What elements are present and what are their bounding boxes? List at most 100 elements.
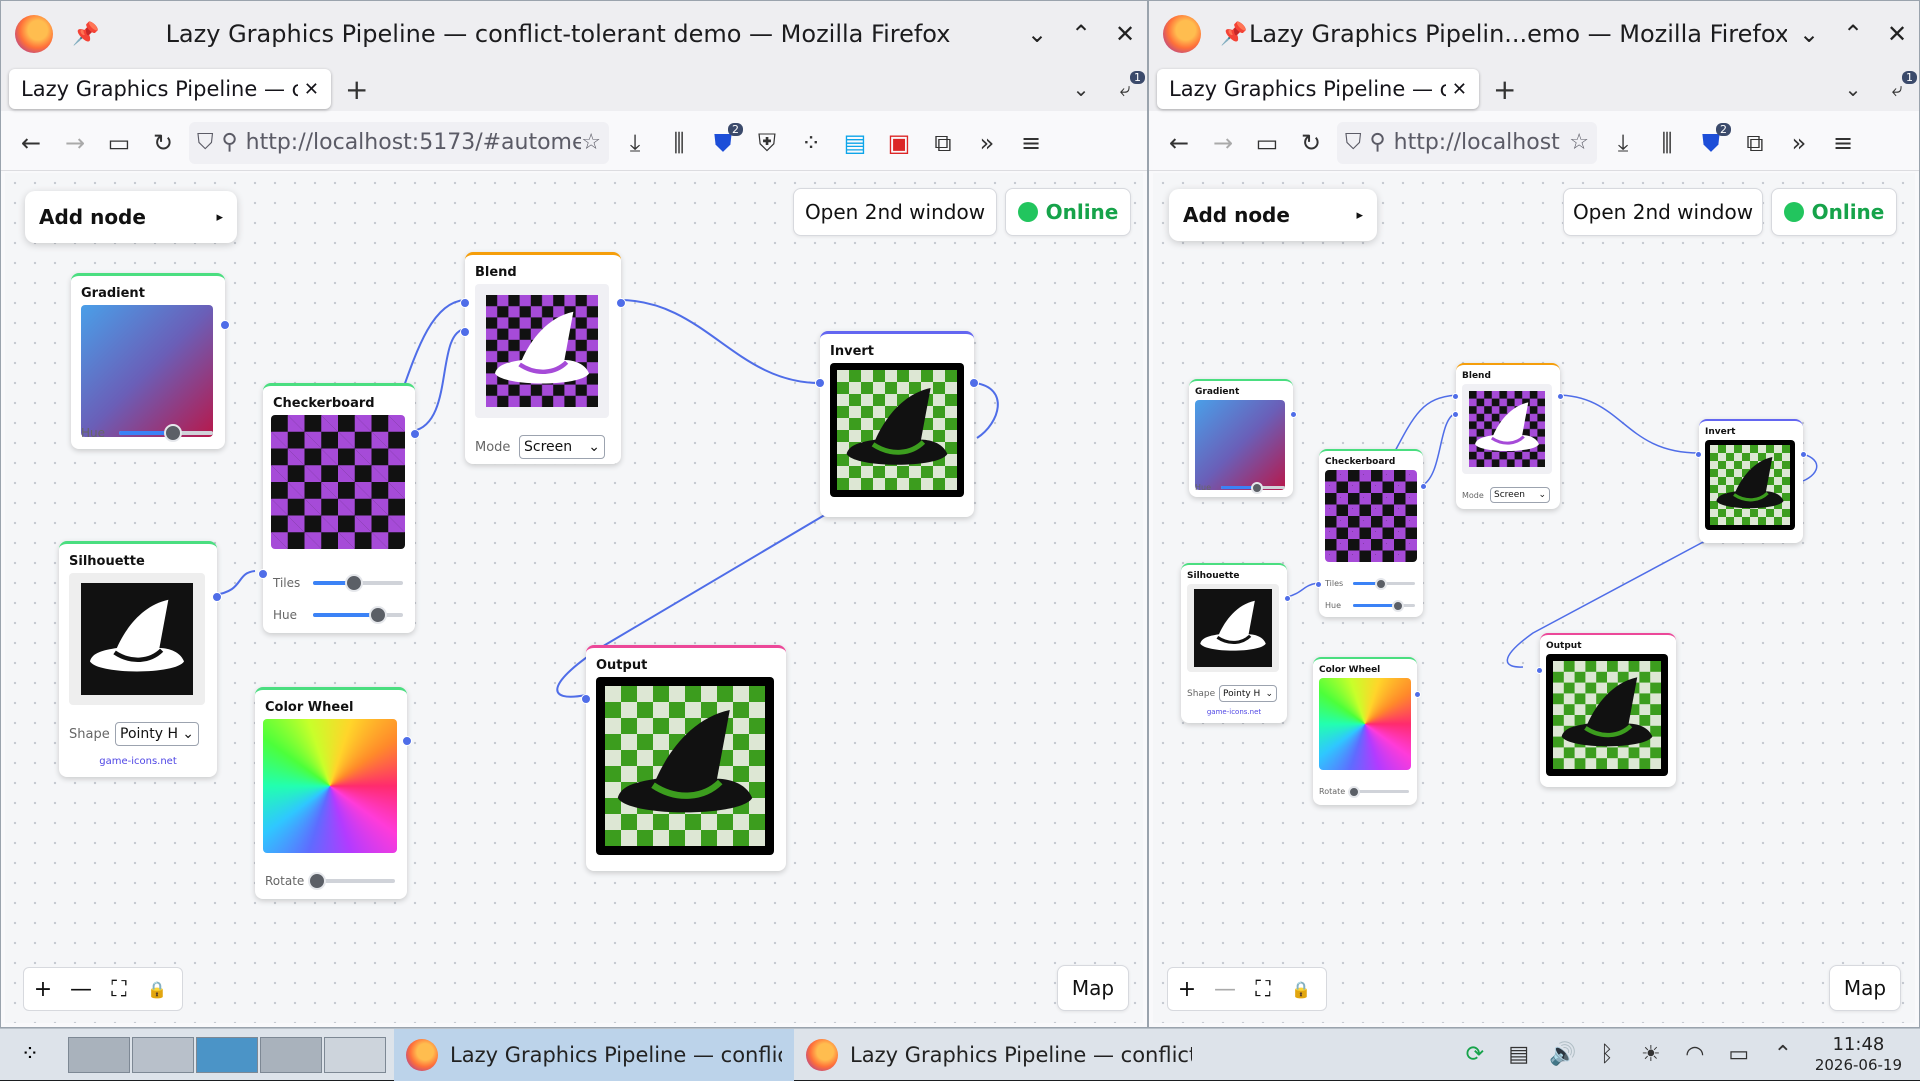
node-checkerboard[interactable]: Checkerboard Tiles Hue [1315, 449, 1427, 617]
node-color-wheel[interactable]: Color Wheel Rotate [255, 687, 412, 899]
maximize-icon[interactable]: ⌃ [1831, 20, 1875, 48]
tiles-slider[interactable] [1353, 577, 1415, 590]
desktop-4[interactable] [260, 1036, 322, 1073]
output-port[interactable] [410, 429, 420, 439]
extensions-puzzle-icon[interactable]: ⧉ [1733, 129, 1777, 157]
menu-icon[interactable]: ≡ [1821, 129, 1865, 157]
output-port[interactable] [1284, 595, 1291, 602]
output-port[interactable] [1800, 451, 1807, 458]
new-tab-icon[interactable]: + [1493, 73, 1516, 106]
output-port[interactable] [1420, 483, 1427, 490]
input-port-b[interactable] [460, 327, 470, 337]
close-icon[interactable]: ✕ [1103, 20, 1147, 48]
library-icon[interactable]: ⫼ [1645, 129, 1689, 157]
extension-red-icon[interactable]: ▣ [877, 129, 921, 157]
node-silhouette[interactable]: Silhouette Shape Pointy H ⌄ game-icons.ne… [1181, 563, 1291, 723]
output-port[interactable] [1414, 691, 1421, 698]
node-blend[interactable]: Blend Mode Screen ⌄ [1452, 363, 1564, 509]
input-port[interactable] [1315, 581, 1322, 588]
credit-link[interactable]: game-icons.net [59, 756, 217, 767]
url-bar[interactable]: ⛉ ⚲ http://localhost ☆ [1337, 121, 1597, 164]
node-invert[interactable]: Invert [1695, 419, 1807, 543]
ublock-icon[interactable]: ⛨ [745, 129, 789, 157]
input-port-a[interactable] [1452, 393, 1459, 400]
app-launcher-icon[interactable]: ⁘ [10, 1042, 50, 1067]
battery-icon[interactable]: ▭ [1717, 1042, 1761, 1067]
output-port[interactable] [220, 320, 230, 330]
node-canvas[interactable]: Add node ▸ Open 2nd window Online Gradie… [1153, 173, 1915, 1023]
input-port[interactable] [815, 378, 825, 388]
back-icon[interactable]: ← [1157, 129, 1201, 157]
input-port[interactable] [1536, 667, 1543, 674]
online-status-button[interactable]: Online [1005, 188, 1131, 236]
mode-select[interactable]: Screen ⌄ [519, 435, 605, 459]
tab-lazy-graphics[interactable]: Lazy Graphics Pipeline — confl ✕ [9, 69, 331, 109]
pin-icon[interactable]: 📌 [71, 22, 101, 47]
input-port-a[interactable] [460, 298, 470, 308]
add-node-menu[interactable]: Add node ▸ [25, 191, 237, 243]
shield-icon[interactable]: ⛉ [1345, 130, 1362, 155]
tab-group-icon[interactable]: ⤶ 1 [1875, 71, 1919, 101]
back-icon[interactable]: ← [9, 129, 53, 157]
clock[interactable]: 11:48 2026-06-19 [1815, 1034, 1902, 1075]
hue-slider[interactable] [1353, 599, 1415, 612]
node-checkerboard[interactable]: Checkerboard Tiles Hue [258, 383, 420, 633]
lock-button[interactable]: 🔒 [138, 980, 176, 999]
forward-icon[interactable]: → [1201, 129, 1245, 157]
downloads-icon[interactable]: ⤓ [613, 129, 657, 157]
node-blend[interactable]: Blend Mode Screen ⌄ [460, 252, 626, 464]
extension-u-icon[interactable]: ⛊ 2 [1689, 122, 1733, 157]
extension-dots-icon[interactable]: ⁘ [789, 129, 833, 157]
volume-icon[interactable]: 🔊 [1541, 1042, 1585, 1067]
close-tab-icon[interactable]: ✕ [304, 79, 319, 100]
rotate-slider[interactable] [1348, 785, 1409, 798]
map-button[interactable]: Map [1829, 965, 1901, 1011]
open-second-window-button[interactable]: Open 2nd window [793, 188, 997, 236]
desktop-3[interactable] [196, 1036, 258, 1073]
shape-select[interactable]: Pointy H ⌄ [115, 722, 199, 746]
extension-u-icon[interactable]: ⛊ 2 [701, 122, 745, 157]
node-output[interactable]: Output [581, 645, 786, 871]
node-output[interactable]: Output [1536, 633, 1676, 787]
node-gradient[interactable]: Gradient Hue [1189, 379, 1297, 497]
taskbar-item-window-1[interactable]: Lazy Graphics Pipeline — conflict-to... [394, 1028, 794, 1081]
hue-slider[interactable] [119, 424, 213, 442]
zoom-out-button[interactable]: — [62, 977, 100, 1002]
input-port[interactable] [581, 694, 591, 704]
sync-icon[interactable]: ⟳ [1453, 1042, 1497, 1067]
fit-view-button[interactable]: ⛶ [1244, 977, 1282, 1002]
input-port-b[interactable] [1452, 411, 1459, 418]
list-tabs-icon[interactable]: ⌄ [1059, 77, 1103, 101]
hue-slider[interactable] [313, 606, 403, 624]
online-status-button[interactable]: Online [1771, 188, 1897, 236]
node-color-wheel[interactable]: Color Wheel Rotate [1313, 657, 1421, 805]
desktop-5[interactable] [324, 1036, 386, 1073]
reload-icon[interactable]: ↻ [1289, 129, 1333, 157]
shield-icon[interactable]: ⛉ [197, 130, 214, 155]
sidebar-icon[interactable]: ▭ [97, 129, 141, 157]
input-port[interactable] [1695, 451, 1702, 458]
hue-slider[interactable] [1221, 481, 1285, 494]
close-tab-icon[interactable]: ✕ [1452, 79, 1467, 100]
output-port[interactable] [1290, 411, 1297, 418]
library-icon[interactable]: ⫼ [657, 129, 701, 157]
output-port[interactable] [1557, 393, 1564, 400]
desktop-1[interactable] [68, 1036, 130, 1073]
zoom-in-button[interactable]: + [1168, 977, 1206, 1002]
shape-select[interactable]: Pointy H ⌄ [1219, 685, 1277, 702]
list-tabs-icon[interactable]: ⌄ [1831, 77, 1875, 101]
lock-button[interactable]: 🔒 [1282, 980, 1320, 999]
minimize-icon[interactable]: ⌄ [1015, 20, 1059, 48]
open-second-window-button[interactable]: Open 2nd window [1563, 188, 1763, 236]
output-port[interactable] [616, 298, 626, 308]
new-tab-icon[interactable]: + [345, 73, 368, 106]
menu-icon[interactable]: ≡ [1009, 129, 1053, 157]
overflow-icon[interactable]: » [1777, 129, 1821, 157]
brightness-icon[interactable]: ☀ [1629, 1042, 1673, 1067]
zoom-out-button[interactable]: — [1206, 977, 1244, 1002]
bluetooth-icon[interactable]: ᛒ [1585, 1042, 1629, 1067]
input-port[interactable] [258, 569, 268, 579]
node-gradient[interactable]: Gradient Hue [71, 273, 230, 449]
mode-select[interactable]: Screen ⌄ [1490, 487, 1550, 503]
output-port[interactable] [969, 378, 979, 388]
